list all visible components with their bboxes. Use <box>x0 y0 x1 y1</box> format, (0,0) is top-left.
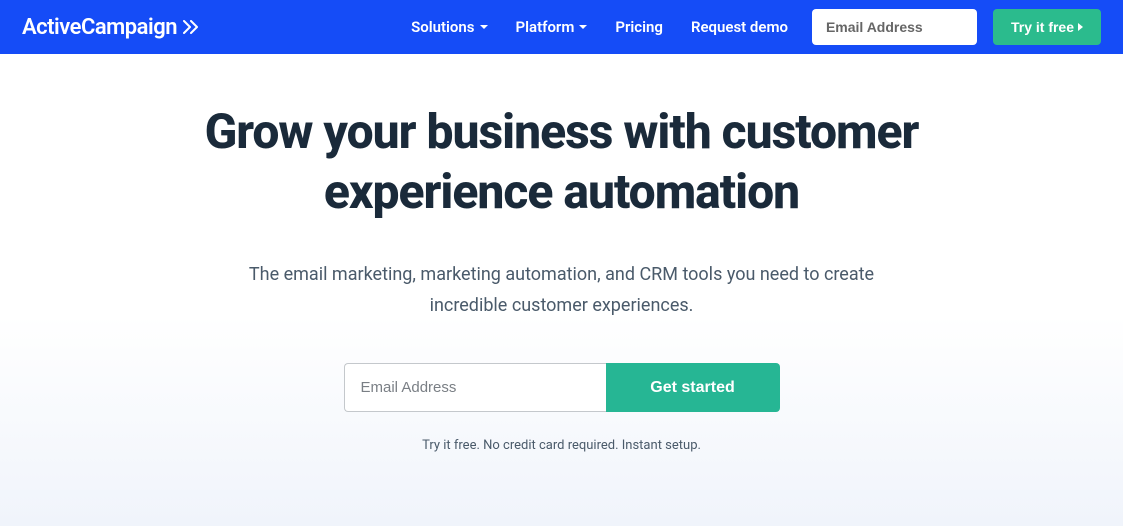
hero-form: Get started <box>0 363 1123 412</box>
top-header: ActiveCampaign Solutions Platform Pricin… <box>0 0 1123 54</box>
caret-down-icon <box>480 25 488 29</box>
nav-platform-label: Platform <box>516 18 575 36</box>
header-email-input[interactable] <box>812 9 977 45</box>
hero: Grow your business with customer experie… <box>0 54 1123 453</box>
try-it-free-label: Try it free <box>1011 19 1074 35</box>
nav-request-demo-label: Request demo <box>691 18 788 36</box>
brand-logo[interactable]: ActiveCampaign <box>22 15 201 40</box>
hero-note: Try it free. No credit card required. In… <box>0 438 1123 453</box>
nav-links: Solutions Platform Pricing Request demo <box>411 18 788 36</box>
nav-request-demo[interactable]: Request demo <box>691 18 788 36</box>
brand-arrows-icon <box>183 20 201 34</box>
nav-pricing-label: Pricing <box>615 18 663 36</box>
caret-down-icon <box>579 25 587 29</box>
hero-subtitle: The email marketing, marketing automatio… <box>232 260 892 321</box>
hero-email-input[interactable] <box>344 363 606 412</box>
get-started-button[interactable]: Get started <box>606 363 780 412</box>
nav-right: Solutions Platform Pricing Request demo … <box>411 9 1101 45</box>
nav-platform[interactable]: Platform <box>516 18 588 36</box>
try-it-free-button[interactable]: Try it free <box>993 9 1101 45</box>
caret-right-icon <box>1078 23 1083 31</box>
nav-solutions[interactable]: Solutions <box>411 18 487 36</box>
nav-solutions-label: Solutions <box>411 18 474 36</box>
hero-title: Grow your business with customer experie… <box>127 102 997 222</box>
nav-pricing[interactable]: Pricing <box>615 18 663 36</box>
brand-name: ActiveCampaign <box>22 15 177 40</box>
